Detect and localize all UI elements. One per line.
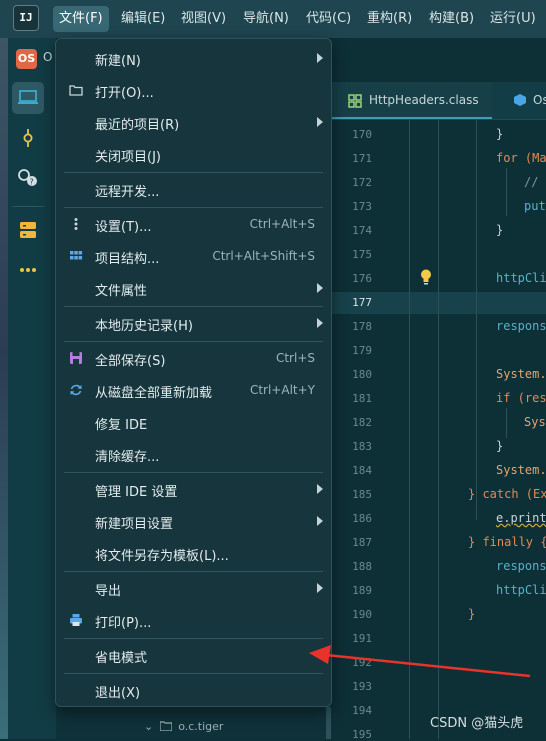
annotation-arrow — [309, 645, 531, 678]
watermark: CSDN @猫头虎 — [430, 716, 524, 731]
